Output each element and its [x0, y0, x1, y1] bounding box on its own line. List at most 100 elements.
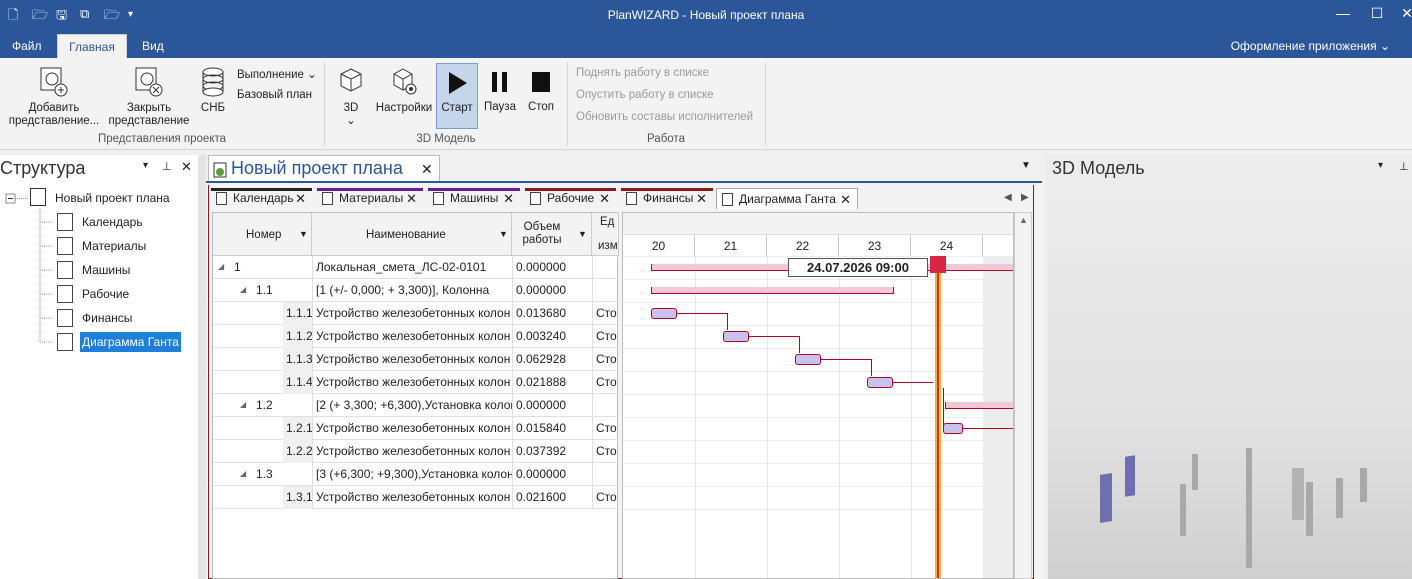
table-row[interactable]: ◢ 1 Локальная_смета_ЛС-02-0101 0.000000: [213, 256, 619, 279]
panel-menu-icon[interactable]: ▾: [143, 160, 148, 171]
subtab-workers[interactable]: Рабочие ✕: [525, 188, 616, 209]
play-icon: [449, 72, 467, 94]
filter-arrow-icon[interactable]: ▼: [299, 229, 308, 239]
minimize-icon[interactable]: —: [1328, 5, 1358, 21]
table-row[interactable]: 1.1.1 Устройство железобетонных колон… 0.0…: [213, 302, 619, 325]
snb-button[interactable]: СНБ: [196, 66, 230, 115]
gantt-task-bar[interactable]: [651, 308, 677, 319]
cell-unit: Сто: [592, 325, 619, 348]
materials-icon: [322, 192, 333, 205]
gantt-summary-bar[interactable]: [651, 287, 894, 294]
3d-column: [1246, 508, 1252, 568]
menu-tab-home[interactable]: Главная: [57, 34, 127, 58]
cell-volume: 0.000000: [512, 279, 592, 302]
pin-icon[interactable]: ⊥: [1399, 160, 1409, 173]
settings-button[interactable]: Настройки: [373, 66, 435, 115]
subtab-finance[interactable]: Финансы ✕: [621, 188, 713, 209]
filter-arrow-icon[interactable]: ▼: [499, 229, 508, 239]
document-tab-title: Новый проект плана: [231, 158, 403, 178]
gantt-day-header: 24: [911, 235, 983, 257]
scroll-up-icon[interactable]: ▲: [1019, 215, 1028, 225]
gantt-row-line: [623, 279, 1013, 280]
table-row[interactable]: ◢ 1.1 [1 (+/- 0,000; + 3,300)], Колонна 0.0…: [213, 279, 619, 302]
document-list-icon[interactable]: ▼: [1021, 160, 1031, 171]
pin-icon[interactable]: ⊥: [162, 160, 172, 173]
app-style-dropdown[interactable]: Оформление приложения ⌄: [1231, 39, 1390, 53]
move-up-button[interactable]: Поднять работу в списке: [576, 67, 709, 79]
document-tab[interactable]: Новый проект плана ✕: [208, 155, 440, 182]
table-row[interactable]: 1.1.2 Устройство железобетонных колон… 0.0…: [213, 325, 619, 348]
tree-root-project[interactable]: Новый проект плана: [55, 188, 170, 208]
close-icon[interactable]: ✕: [599, 188, 610, 209]
update-staff-button[interactable]: Обновить составы исполнителей: [576, 111, 753, 123]
scroll-tabs-left-icon[interactable]: ◀: [1004, 192, 1012, 203]
table-row[interactable]: 1.3.1 Устройство железобетонных колон… 0.0…: [213, 486, 619, 509]
add-view-button[interactable]: Добавить представление...: [4, 66, 104, 128]
column-header-number[interactable]: Номер ▼: [213, 213, 312, 256]
cell-name: Устройство железобетонных колон…: [312, 348, 512, 371]
subtab-gantt[interactable]: Диаграмма Ганта ✕: [716, 188, 858, 209]
collapse-arrow-icon[interactable]: ◢: [237, 394, 251, 417]
close-icon[interactable]: ✕: [295, 188, 306, 209]
start-button[interactable]: Старт: [436, 63, 478, 129]
subtab-materials[interactable]: Материалы ✕: [317, 188, 423, 209]
tree-item-calendar[interactable]: Календарь: [82, 212, 143, 232]
collapse-arrow-icon[interactable]: ◢: [215, 256, 229, 279]
tree-item-finance[interactable]: Финансы: [82, 308, 132, 328]
filter-arrow-icon[interactable]: ▼: [578, 229, 587, 239]
subtab-machines[interactable]: Машины ✕: [428, 188, 520, 209]
scroll-tabs-right-icon[interactable]: ▶: [1021, 192, 1029, 203]
move-down-button[interactable]: Опустить работу в списке: [576, 89, 714, 101]
column-header-unit[interactable]: Ед изм: [592, 213, 619, 256]
column-header-volume[interactable]: Объем работы ▼: [512, 213, 592, 256]
gantt-task-bar[interactable]: [795, 354, 821, 365]
gantt-task-bar[interactable]: [867, 377, 893, 388]
gantt-row-line: [623, 256, 1013, 257]
gantt-dependency-link: [943, 388, 944, 428]
close-icon[interactable]: ✕: [503, 188, 514, 209]
menu-tab-view[interactable]: Вид: [132, 34, 174, 58]
tree-item-workers[interactable]: Рабочие: [82, 284, 129, 304]
gantt-vertical-scrollbar[interactable]: ▲: [1014, 212, 1032, 579]
table-row[interactable]: 1.2.2 Устройство железобетонных колон… 0.0…: [213, 440, 619, 463]
subtab-calendar[interactable]: Календарь ✕: [211, 188, 312, 209]
gantt-summary-bar[interactable]: [945, 402, 1013, 409]
gantt-weekend-shade: [983, 257, 1013, 578]
3d-dropdown-button[interactable]: 3D ⌄: [334, 66, 368, 128]
tree-item-machines[interactable]: Машины: [82, 260, 130, 280]
collapse-arrow-icon[interactable]: ◢: [237, 463, 251, 486]
table-row[interactable]: 1.2.1 Устройство железобетонных колон… 0.0…: [213, 417, 619, 440]
close-view-button[interactable]: Закрыть представление: [108, 66, 190, 128]
close-icon[interactable]: ✕: [840, 189, 851, 210]
gantt-summary-bar[interactable]: [651, 264, 791, 271]
table-row[interactable]: ◢ 1.3 [3 (+6,300; +9,300),Установка колон……: [213, 463, 619, 486]
tree-item-gantt[interactable]: Диаграмма Ганта: [80, 332, 181, 352]
maximize-icon[interactable]: ☐: [1362, 5, 1392, 22]
panel-menu-icon[interactable]: ▾: [1378, 160, 1383, 171]
close-icon[interactable]: ✕: [406, 188, 417, 209]
stop-button[interactable]: Стоп: [524, 67, 558, 114]
close-icon[interactable]: ✕: [696, 188, 707, 209]
window-title: PlanWIZARD - Новый проект плана: [607, 8, 805, 22]
table-row[interactable]: 1.1.4 Устройство железобетонных колон… 0.0…: [213, 371, 619, 394]
tree-item-materials[interactable]: Материалы: [82, 236, 146, 256]
table-row[interactable]: ◢ 1.2 [2 (+ 3,300; +6,300),Установка колон…: [213, 394, 619, 417]
gantt-grid-line: [695, 257, 696, 578]
table-row[interactable]: 1.1.3 Устройство железобетонных колон… 0.0…: [213, 348, 619, 371]
close-icon[interactable]: ✕: [181, 159, 192, 175]
ribbon-separator: [324, 62, 325, 146]
close-icon[interactable]: ✕: [421, 161, 433, 178]
splitter[interactable]: [198, 155, 206, 579]
column-header-name[interactable]: Наименование ▼: [312, 213, 512, 256]
collapse-arrow-icon[interactable]: ◢: [237, 279, 251, 302]
base-plan-button[interactable]: Базовый план: [237, 89, 312, 101]
3d-viewport[interactable]: [1048, 186, 1412, 579]
menu-tab-file[interactable]: Файл: [2, 34, 52, 58]
execution-dropdown[interactable]: Выполнение ⌄: [237, 67, 317, 81]
gantt-task-bar[interactable]: [943, 423, 963, 434]
gantt-dependency-link: [893, 382, 933, 383]
pause-button[interactable]: Пауза: [482, 67, 518, 114]
close-icon[interactable]: ✕: [1392, 5, 1412, 22]
gantt-row-line: [623, 394, 1013, 395]
gantt-task-bar[interactable]: [723, 331, 749, 342]
